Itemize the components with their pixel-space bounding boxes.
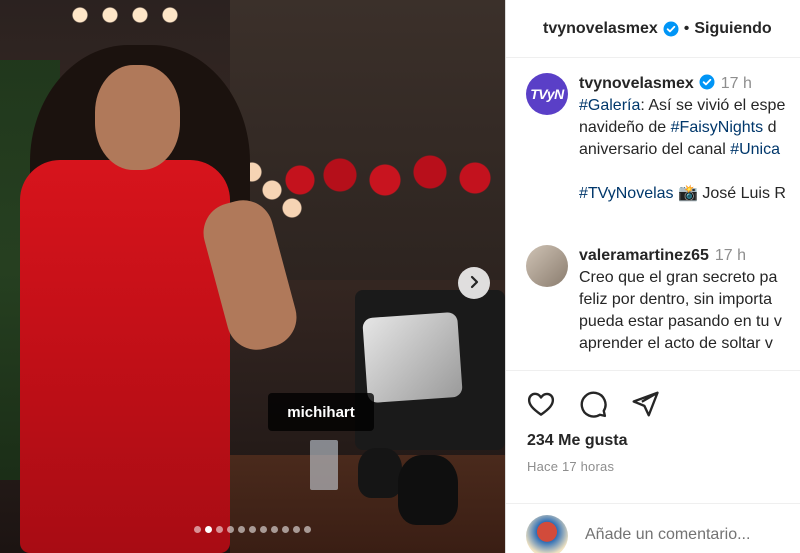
hashtag-link[interactable]: #FaisyNights	[671, 119, 763, 136]
comment-username[interactable]: valeramartinez65	[579, 247, 709, 264]
avatar[interactable]: TVyN	[526, 73, 568, 115]
carousel-next-button[interactable]	[458, 267, 490, 299]
caption-line: #Galería: Así se vivió el espe	[579, 95, 800, 117]
caption-line: #TVyNovelas 📸 José Luis R	[579, 183, 800, 205]
photo-skull-decor	[358, 448, 402, 498]
user-tag[interactable]: michihart	[268, 393, 374, 431]
carousel-dot	[260, 526, 267, 533]
photo-glass	[310, 440, 338, 490]
post-sidebar: tvynovelasmex • Siguiendo TVyN tvynovela…	[505, 0, 800, 553]
caption-line: navideño de #FaisyNights d	[579, 117, 800, 139]
header-separator: •	[683, 19, 690, 37]
comment-input[interactable]	[585, 521, 795, 549]
photo-string-lights	[70, 5, 190, 25]
carousel-dot	[194, 526, 201, 533]
verified-badge-icon	[699, 74, 715, 90]
comment-text-line: aprender el acto de soltar v	[579, 335, 773, 352]
following-button[interactable]: Siguiendo	[694, 20, 771, 38]
hashtag-link[interactable]: #TVyNovelas	[579, 185, 674, 202]
carousel-dot	[249, 526, 256, 533]
comments-list[interactable]: TVyN tvynovelasmex 17 h #Galería: Así se …	[506, 58, 800, 370]
carousel-dot	[282, 526, 289, 533]
likes-count[interactable]: 234 Me gusta	[527, 432, 627, 450]
photo-person-face	[95, 65, 180, 170]
carousel-dot	[293, 526, 300, 533]
carousel-indicator	[0, 526, 505, 533]
photo-person-dress	[20, 160, 230, 553]
caption-text-segment: : Así se vivió el espe	[640, 97, 786, 114]
comment-time: 17 h	[714, 247, 746, 264]
photo-pillow	[362, 311, 463, 404]
post-header: tvynovelasmex • Siguiendo	[506, 0, 800, 58]
carousel-dot	[304, 526, 311, 533]
header-username[interactable]: tvynovelasmex	[543, 20, 658, 38]
avatar[interactable]	[526, 245, 568, 287]
caption-time: 17 h	[720, 75, 752, 92]
comment-text-line: feliz por dentro, sin importa	[579, 291, 772, 308]
heart-icon[interactable]	[526, 389, 556, 424]
carousel-dot	[216, 526, 223, 533]
share-icon[interactable]	[630, 389, 660, 424]
comment-icon[interactable]	[578, 389, 608, 424]
comment-text-line: Creo que el gran secreto pa	[579, 269, 778, 286]
verified-badge-icon	[663, 21, 679, 37]
caption-text-segment: aniversario del canal	[579, 141, 731, 158]
avatar	[526, 515, 568, 553]
add-comment-bar	[506, 503, 800, 553]
caption-text: #Galería: Así se vivió el espe navideño d…	[579, 95, 800, 205]
carousel-dot	[238, 526, 245, 533]
hashtag-link[interactable]: #Galería	[579, 97, 640, 114]
carousel-dot	[271, 526, 278, 533]
caption-text-segment: navideño de	[579, 119, 671, 136]
caption-line	[579, 161, 800, 183]
caption-text-segment: d	[763, 119, 777, 136]
carousel-dot	[227, 526, 234, 533]
hashtag-link[interactable]: #Unica	[730, 141, 780, 158]
post-actions: 234 Me gusta Hace 17 horas	[506, 370, 800, 553]
caption-text-segment: 📸 José Luis R	[673, 185, 786, 202]
post-time: Hace 17 horas	[527, 459, 615, 474]
caption-line: aniversario del canal #Unica	[579, 139, 800, 161]
post-image[interactable]: michihart	[0, 0, 505, 553]
carousel-dot	[205, 526, 212, 533]
caption-username[interactable]: tvynovelasmex	[579, 75, 694, 92]
chevron-right-icon	[467, 273, 481, 294]
comment-text-line: pueda estar pasando en tu v	[579, 313, 782, 330]
photo-skull-decor	[398, 455, 458, 525]
